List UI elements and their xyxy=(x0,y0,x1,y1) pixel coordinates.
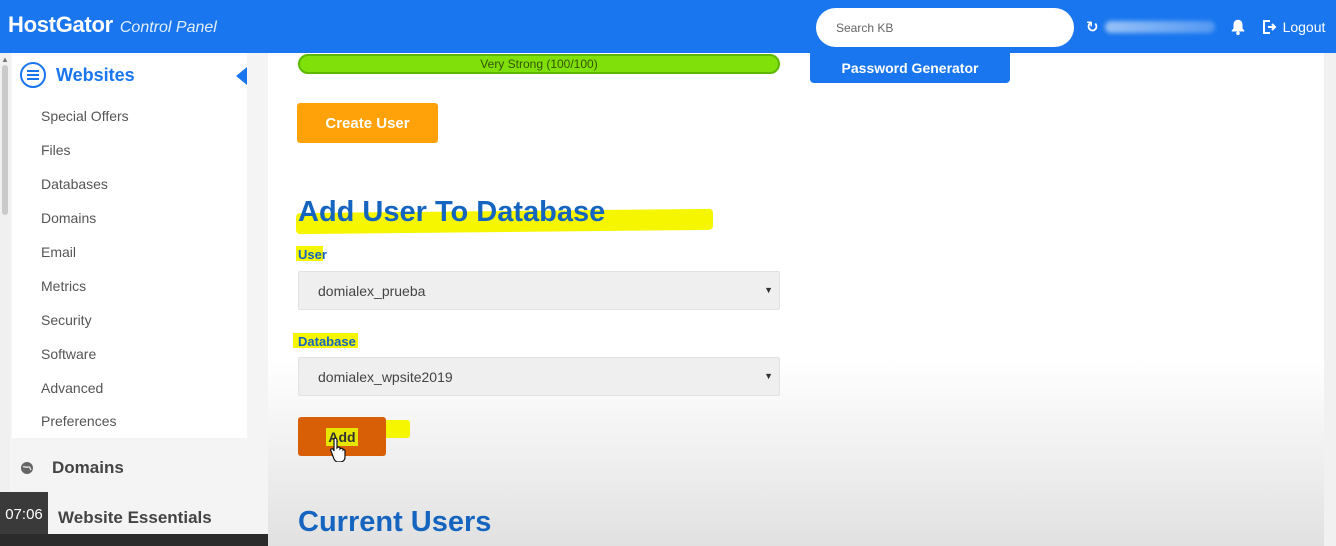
bell-icon[interactable] xyxy=(1229,18,1247,36)
sidebar-item-files[interactable]: Files xyxy=(41,142,71,158)
brand-name: HostGator xyxy=(8,12,113,37)
brand-subtitle: Control Panel xyxy=(119,19,217,36)
logout-icon xyxy=(1262,19,1276,34)
user-select-value: domialex_prueba xyxy=(318,282,426,299)
database-select[interactable]: domialex_wpsite2019 ▼ xyxy=(298,357,780,396)
sidebar-section-website-essentials[interactable]: Website Essentials xyxy=(40,508,212,528)
video-timestamp: 07:06 xyxy=(0,492,48,536)
sidebar-item-preferences[interactable]: Preferences xyxy=(41,413,116,429)
password-generator-button[interactable]: Password Generator xyxy=(810,53,1010,83)
create-user-button[interactable]: Create User xyxy=(297,103,438,143)
user-menu[interactable] xyxy=(1104,20,1215,33)
brand-logo[interactable]: HostGator Control Panel xyxy=(8,12,217,38)
sidebar-section-label: Website Essentials xyxy=(58,508,212,527)
highlight-mark xyxy=(384,420,410,438)
sidebar-section-websites[interactable]: Websites xyxy=(20,62,135,88)
sidebar-item-domains[interactable]: Domains xyxy=(41,210,96,226)
sidebar-item-email[interactable]: Email xyxy=(41,244,76,260)
current-users-heading: Current Users xyxy=(298,506,492,538)
top-bar: HostGator Control Panel ↻ Logout xyxy=(0,0,1336,53)
sidebar-item-metrics[interactable]: Metrics xyxy=(41,278,86,294)
websites-list-icon xyxy=(20,62,46,88)
search-input[interactable] xyxy=(836,20,1054,35)
database-select-value: domialex_wpsite2019 xyxy=(318,368,453,385)
logout-button[interactable]: Logout xyxy=(1261,18,1326,35)
user-label: User xyxy=(298,247,327,262)
sidebar-scrollbar[interactable]: ▲ xyxy=(0,53,10,546)
sidebar-scroll-thumb[interactable] xyxy=(2,65,8,215)
sidebar-item-security[interactable]: Security xyxy=(41,312,92,328)
globe-icon xyxy=(21,462,33,474)
logout-label: Logout xyxy=(1282,18,1326,35)
sidebar-section-label: Domains xyxy=(52,458,124,477)
sidebar-section-title: Websites xyxy=(56,64,135,85)
password-strength-meter: Very Strong (100/100) xyxy=(298,54,780,74)
sidebar-item-databases[interactable]: Databases xyxy=(41,176,108,192)
header-actions: ↻ Logout xyxy=(1086,0,1325,53)
scroll-up-arrow-icon[interactable]: ▲ xyxy=(1,55,9,64)
search-box[interactable] xyxy=(816,8,1074,47)
chevron-down-icon: ▼ xyxy=(764,371,773,381)
main-scrollbar[interactable] xyxy=(1324,53,1336,546)
sidebar-item-advanced[interactable]: Advanced xyxy=(41,380,103,396)
database-label: Database xyxy=(298,334,356,349)
refresh-icon[interactable]: ↻ xyxy=(1086,18,1099,36)
chevron-down-icon: ▼ xyxy=(764,285,773,295)
add-user-to-database-heading: Add User To Database xyxy=(298,196,606,228)
sidebar-item-software[interactable]: Software xyxy=(41,346,96,362)
user-select[interactable]: domialex_prueba ▼ xyxy=(298,271,780,310)
sidebar-item-special-offers[interactable]: Special Offers xyxy=(41,108,129,124)
sidebar-section-domains[interactable]: Domains xyxy=(20,458,124,478)
video-controls-bar[interactable] xyxy=(0,534,272,546)
hand-cursor-icon xyxy=(330,437,346,462)
collapse-arrow-icon[interactable] xyxy=(236,67,247,85)
